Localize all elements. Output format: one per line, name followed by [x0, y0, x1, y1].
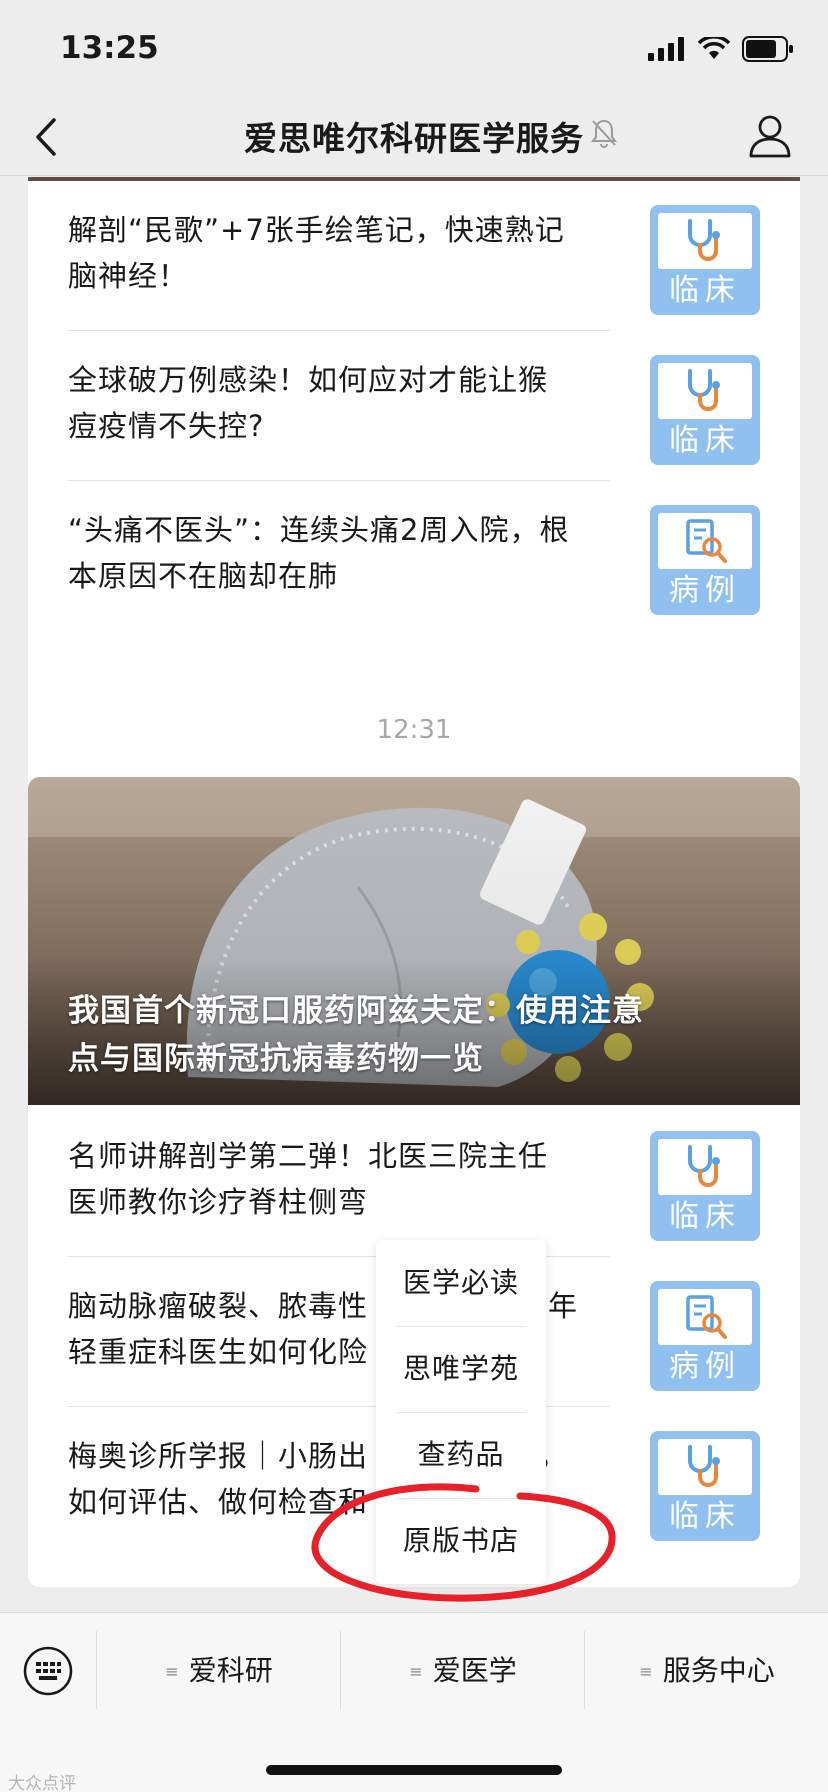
article-tag: 临床 [669, 1499, 741, 1534]
article-title: 解剖“民歌”+7张手绘笔记，快速熟记 脑神经！ [68, 213, 565, 293]
battery-icon [742, 36, 793, 62]
menu-item-bookstore[interactable]: 原版书店 [376, 1498, 546, 1584]
article-title: 梅奥诊所学报｜小肠出面， 如何评估、做何检查和 [68, 1439, 567, 1519]
status-time: 13:25 [60, 30, 159, 66]
hero-article-title: 我国首个新冠口服药阿兹夫定：使用注意 点与国际新冠抗病毒药物一览 [68, 993, 644, 1077]
article-tag: 临床 [669, 1199, 741, 1234]
stethoscope-icon [688, 1145, 720, 1187]
home-indicator[interactable] [266, 1765, 562, 1775]
message-timestamp: 12:31 [376, 715, 452, 745]
cellular-signal-icon [648, 37, 684, 61]
article-item[interactable]: 全球破万例感染！如何应对才能让猴 痘疫情不失控? 临床 [68, 331, 800, 481]
article-title: “头痛不医头”：连续头痛2周入院，根 本原因不在脑却在肺 [68, 513, 570, 593]
bottom-menu-bar: ≡ 爱科研 ≡ 爱医学 ≡ 服务中心 大众点评 [0, 1612, 828, 1792]
status-icons [648, 36, 794, 62]
page-title: 爱思唯尔科研医学服务 [244, 119, 584, 158]
status-bar: 13:25 [0, 0, 828, 100]
stethoscope-icon [688, 369, 720, 411]
menu-item-academy[interactable]: 思唯学苑 [376, 1326, 546, 1412]
article-item[interactable]: 解剖“民歌”+7张手绘笔记，快速熟记 脑神经！ 临床 [68, 181, 800, 331]
article-thumbnail: 病例 [650, 505, 760, 615]
menu-list-icon: ≡ [409, 1662, 423, 1681]
article-thumbnail: 临床 [650, 1131, 760, 1241]
article-thumbnail: 病例 [650, 1281, 760, 1391]
watermark: 大众点评 [8, 1774, 76, 1792]
menu-list-icon: ≡ [639, 1662, 653, 1681]
article-thumbnail: 临床 [650, 205, 760, 315]
article-title: 名师讲解剖学第二弹！北医三院主任 医师教你诊疗脊柱侧弯 [68, 1139, 549, 1219]
menu-tab-research[interactable]: ≡ 爱科研 [98, 1629, 340, 1713]
article-tag: 临床 [669, 423, 741, 458]
article-card: 解剖“民歌”+7张手绘笔记，快速熟记 脑神经！ 临床 全球破万例感染！如何应对才… [28, 177, 800, 851]
article-tag: 临床 [669, 273, 741, 308]
article-thumbnail: 临床 [650, 355, 760, 465]
wifi-icon [698, 37, 730, 59]
article-item[interactable]: 名师讲解剖学第二弹！北医三院主任 医师教你诊疗脊柱侧弯 临床 [68, 1107, 800, 1257]
article-tag: 病例 [669, 573, 741, 608]
mute-bell-icon [591, 119, 617, 148]
article-title: 全球破万例感染！如何应对才能让猴 痘疫情不失控? [68, 363, 549, 443]
service-menu-popup: 医学必读 思唯学苑 查药品 原版书店 [376, 1240, 546, 1584]
menu-list-icon: ≡ [165, 1662, 179, 1681]
article-tag: 病例 [669, 1349, 741, 1384]
menu-tab-medicine[interactable]: ≡ 爱医学 [342, 1629, 584, 1713]
article-thumbnail: 临床 [650, 1431, 760, 1541]
keyboard-toggle-icon[interactable] [22, 1645, 74, 1697]
stethoscope-icon [688, 1445, 720, 1487]
nav-bar: 爱思唯尔科研医学服务 [0, 100, 828, 176]
article-item[interactable]: “头痛不医头”：连续头痛2周入院，根 本原因不在脑却在肺 病例 [68, 481, 800, 631]
stethoscope-icon [688, 219, 720, 261]
case-file-icon [686, 519, 727, 563]
menu-item-drug-lookup[interactable]: 查药品 [376, 1412, 546, 1498]
menu-tab-service-center[interactable]: ≡ 服务中心 [586, 1629, 828, 1713]
article-title: 脑动脉瘤破裂、脓毒性 立年 轻重症科医生如何化险 [68, 1289, 579, 1369]
menu-item-medical-reading[interactable]: 医学必读 [376, 1240, 546, 1326]
hero-article[interactable]: 我国首个新冠口服药阿兹夫定：使用注意 点与国际新冠抗病毒药物一览 [28, 777, 800, 1105]
case-file-icon [686, 1295, 727, 1339]
profile-icon[interactable] [748, 112, 792, 160]
